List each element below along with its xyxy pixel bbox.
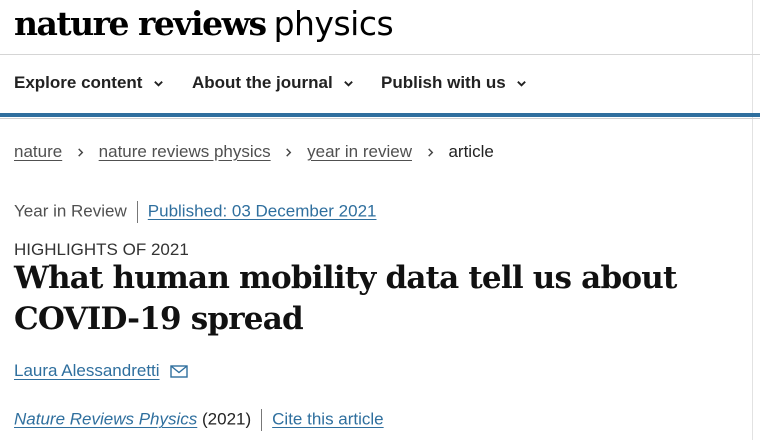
chevron-down-icon bbox=[344, 81, 354, 87]
breadcrumb-link-year-in-review[interactable]: year in review bbox=[307, 142, 412, 161]
main-navigation: Explore content About the journal Publis… bbox=[0, 55, 760, 117]
breadcrumb: nature nature reviews physics year in re… bbox=[14, 142, 494, 162]
site-logo[interactable]: nature reviews physics bbox=[14, 4, 394, 43]
logo-primary-text: nature reviews bbox=[14, 4, 267, 43]
nav-item-label: Publish with us bbox=[381, 73, 506, 92]
cite-article-link[interactable]: Cite this article bbox=[272, 409, 383, 428]
breadcrumb-link-journal[interactable]: nature reviews physics bbox=[99, 142, 271, 161]
chevron-right-icon bbox=[78, 148, 84, 157]
nav-explore-content[interactable]: Explore content bbox=[14, 73, 164, 93]
breadcrumb-link-nature[interactable]: nature bbox=[14, 142, 62, 161]
logo-secondary-text: physics bbox=[273, 4, 394, 43]
chevron-down-icon bbox=[517, 81, 527, 87]
article-kicker: HIGHLIGHTS OF 2021 bbox=[14, 240, 189, 259]
chevron-right-icon bbox=[286, 148, 292, 157]
envelope-icon[interactable] bbox=[170, 365, 188, 378]
citation-line: Nature Reviews Physics (2021) Cite this a… bbox=[14, 409, 384, 431]
meta-divider bbox=[136, 201, 138, 223]
journal-link[interactable]: Nature Reviews Physics bbox=[14, 409, 197, 428]
nav-about-journal[interactable]: About the journal bbox=[192, 73, 354, 93]
nav-item-label: Explore content bbox=[14, 73, 143, 92]
article-type: Year in Review bbox=[14, 201, 127, 221]
article-title: What human mobility data tell us about C… bbox=[14, 260, 677, 337]
chevron-down-icon bbox=[154, 81, 164, 87]
site-header: nature reviews physics bbox=[0, 0, 760, 55]
author-link[interactable]: Laura Alessandretti bbox=[14, 361, 160, 380]
meta-divider bbox=[261, 409, 263, 431]
nav-item-label: About the journal bbox=[192, 73, 333, 92]
nav-publish-with-us[interactable]: Publish with us bbox=[381, 73, 527, 93]
author-line: Laura Alessandretti bbox=[14, 361, 188, 381]
published-date-link[interactable]: Published: 03 December 2021 bbox=[148, 201, 377, 220]
nav-bottom-divider bbox=[0, 118, 760, 119]
publication-year: (2021) bbox=[202, 409, 252, 429]
breadcrumb-current: article bbox=[448, 142, 494, 161]
article-meta: Year in Review Published: 03 December 202… bbox=[14, 201, 376, 223]
chevron-right-icon bbox=[427, 148, 434, 157]
